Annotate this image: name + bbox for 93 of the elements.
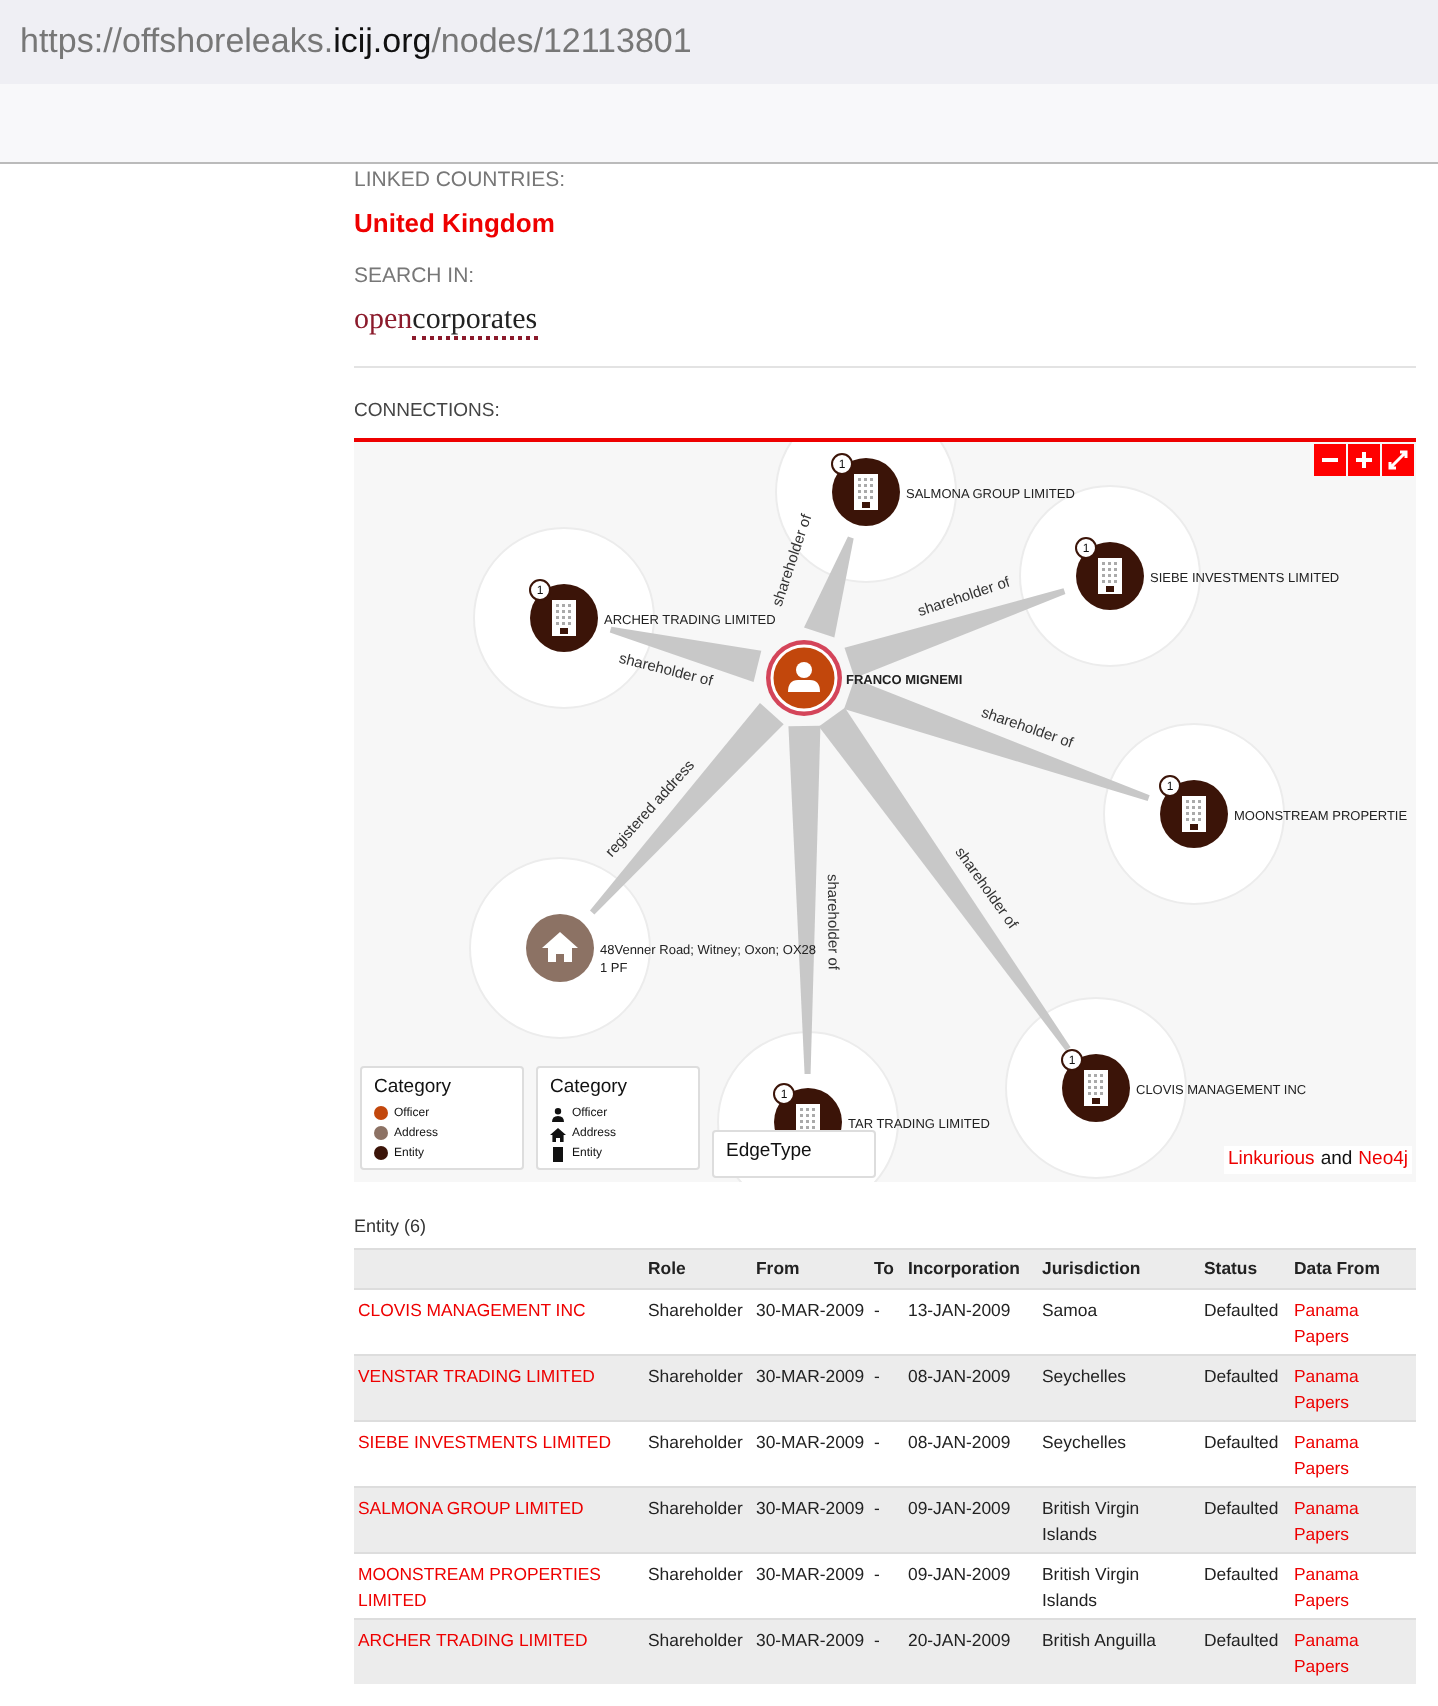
table-cell-text: 20-JAN-2009 [906,1627,1013,1654]
neo4j-link[interactable]: Neo4j [1358,1146,1408,1175]
table-cell-text: Shareholder [646,1429,745,1456]
house-icon [550,1125,566,1141]
table-cell-text: Seychelles [1040,1429,1129,1456]
building-icon [552,600,576,637]
entity-node[interactable] [1160,780,1228,849]
table-cell-text: British Anguilla [1040,1627,1158,1654]
plus-icon [1354,450,1374,471]
table-cell-text: Defaulted [1202,1495,1281,1522]
section-label: CONNECTIONS: [354,398,502,426]
table-cell-text: Defaulted [1202,1363,1281,1390]
legend-title: EdgeType [726,1138,814,1167]
table-cell-text: Defaulted [1202,1297,1281,1324]
source-link[interactable]: Panama Papers [1290,1363,1416,1416]
entity-link[interactable]: MOONSTREAM PROPERTIES LIMITED [354,1561,644,1614]
address-node[interactable] [526,914,594,983]
table-cell-text: 09-JAN-2009 [906,1495,1013,1522]
column-header: Role [646,1255,688,1282]
table-cell-text: 30-MAR-2009 [754,1495,867,1522]
entity-node[interactable] [832,458,900,527]
table-cell-text: - [872,1495,882,1522]
column-header: Status [1202,1255,1260,1282]
column-header: Incorporation [906,1255,1022,1282]
table-cell-text: 13-JAN-2009 [906,1297,1013,1324]
source-link[interactable]: Panama Papers [1290,1429,1416,1482]
legend-title: Category [550,1074,630,1103]
table-cell-text: Shareholder [646,1495,745,1522]
table-cell-text: 30-MAR-2009 [754,1297,867,1324]
table-cell-text: Shareholder [646,1363,745,1390]
network-graph[interactable] [354,442,1416,1183]
source-link[interactable]: Panama Papers [1290,1627,1416,1680]
column-header: From [754,1255,802,1282]
building-icon [854,474,878,511]
source-link[interactable]: Panama Papers [1290,1495,1416,1548]
table-cell-text: 08-JAN-2009 [906,1363,1013,1390]
legend-title: Category [374,1074,454,1103]
table-caption: Entity (6) [354,1214,429,1241]
table-cell-text: Defaulted [1202,1561,1281,1588]
table-cell-text: Shareholder [646,1297,745,1324]
building-icon [1182,796,1206,833]
credit-text: and [1320,1146,1353,1174]
building-icon [1098,558,1122,595]
country-link[interactable]: United Kingdom [354,203,555,243]
table-cell-text: British Virgin Islands [1040,1561,1142,1614]
linkurious-link[interactable]: Linkurious [1228,1146,1315,1175]
entity-node[interactable] [1076,542,1144,611]
entity-link[interactable]: CLOVIS MANAGEMENT INC [354,1297,644,1324]
entity-link[interactable]: VENSTAR TRADING LIMITED [354,1363,644,1390]
table-cell-text: - [872,1363,882,1390]
building-icon [550,1145,566,1161]
address-bar[interactable]: https://offshoreleaks.icij.org/nodes/12113801 [0,0,1438,84]
column-header: Jurisdiction [1040,1255,1143,1282]
table-cell-text: 30-MAR-2009 [754,1363,867,1390]
entity-node[interactable] [1062,1054,1130,1123]
entity-link[interactable]: SALMONA GROUP LIMITED [354,1495,644,1522]
column-header: Data From [1292,1255,1382,1282]
person-icon [550,1105,566,1121]
zoom-in-button[interactable] [1348,444,1380,477]
table-cell-text: 09-JAN-2009 [906,1561,1013,1588]
fullscreen-button[interactable] [1382,444,1414,477]
table-cell-text: 30-MAR-2009 [754,1561,867,1588]
table-cell-text: Defaulted [1202,1627,1281,1654]
table-cell-text: Shareholder [646,1561,745,1588]
building-icon [1084,1070,1108,1107]
table-cell-text: - [872,1297,882,1324]
table-cell-text: - [872,1627,882,1654]
table-cell-text: Samoa [1040,1297,1100,1324]
table-cell-text: - [872,1429,882,1456]
table-cell-text: Shareholder [646,1627,745,1654]
table-cell-text: Seychelles [1040,1363,1129,1390]
entity-node[interactable] [530,584,598,653]
table-cell-text: Defaulted [1202,1429,1281,1456]
entity-link[interactable]: ARCHER TRADING LIMITED [354,1627,644,1654]
connection-edge[interactable] [609,627,762,683]
table-cell-text: British Virgin Islands [1040,1495,1142,1548]
zoom-out-button[interactable] [1314,444,1346,477]
opencorporates-logo[interactable]: opencorporates [354,302,538,342]
section-label: LINKED COUNTRIES: [354,166,568,196]
column-header: To [872,1255,896,1282]
officer-node[interactable] [766,640,842,717]
url-text[interactable]: https://offshoreleaks.icij.org/nodes/12113801 [20,16,692,68]
table-cell-text: - [872,1561,882,1588]
person-icon [788,662,820,693]
house-icon [542,932,578,963]
expand-icon [1388,450,1408,471]
entity-link[interactable]: SIEBE INVESTMENTS LIMITED [354,1429,644,1456]
section-label: SEARCH IN: [354,262,477,293]
source-link[interactable]: Panama Papers [1290,1297,1416,1350]
source-link[interactable]: Panama Papers [1290,1561,1416,1614]
table-cell-text: 08-JAN-2009 [906,1429,1013,1456]
table-cell-text: 30-MAR-2009 [754,1429,867,1456]
table-cell-text: 30-MAR-2009 [754,1627,867,1654]
